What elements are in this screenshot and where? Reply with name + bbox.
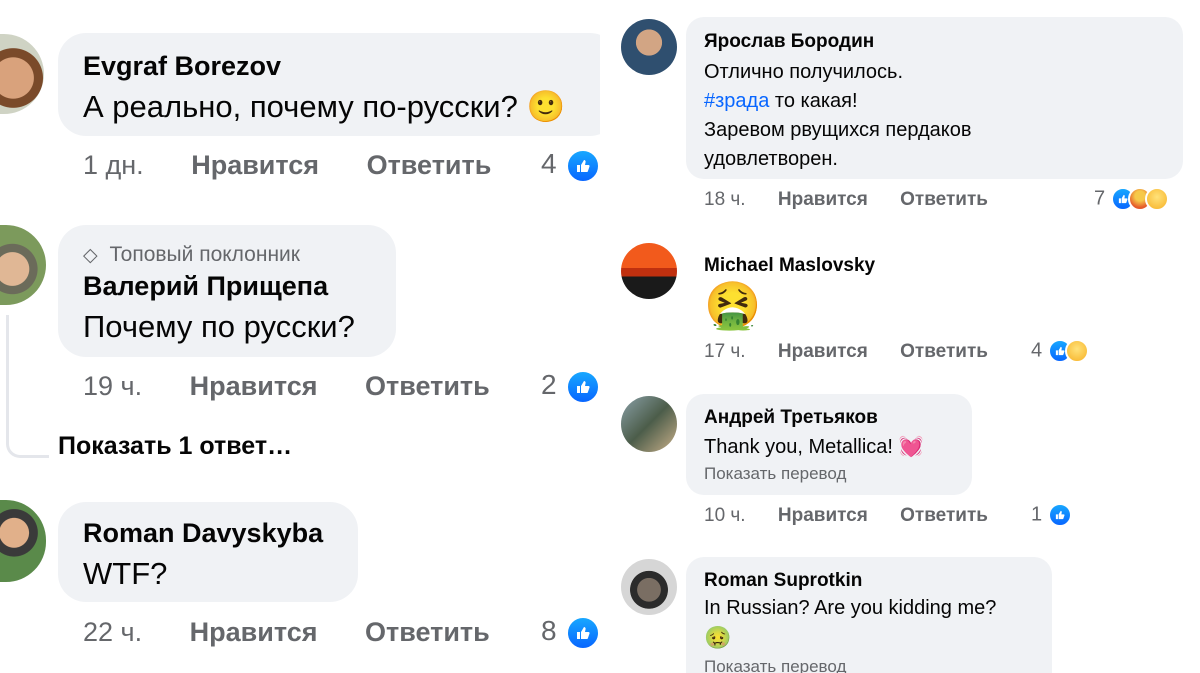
badge-label: Топовый поклонник — [109, 243, 300, 266]
reaction-summary[interactable]: 4 — [541, 148, 600, 183]
reply-button[interactable]: Ответить — [367, 150, 492, 181]
like-icon — [566, 615, 600, 650]
comment-line: #зрада то какая! — [704, 87, 972, 116]
reply-button[interactable]: Ответить — [900, 505, 988, 527]
like-icon — [566, 369, 600, 404]
comment-actions: 1 дн. Нравится Ответить — [83, 150, 491, 181]
reply-button[interactable]: Ответить — [900, 341, 988, 363]
reaction-count: 1 — [1031, 503, 1043, 526]
reaction-count: 7 — [1094, 187, 1106, 210]
comment-author[interactable]: Ярослав Бородин — [704, 31, 874, 53]
comment-actions: 10 ч. Нравится Ответить — [704, 505, 988, 527]
comment-author[interactable]: Michael Maslovsky — [704, 255, 875, 277]
avatar[interactable] — [621, 243, 677, 299]
comment-text: Thank you, Metallica! 💓 — [704, 436, 924, 458]
like-icon — [566, 148, 600, 183]
comment-bubble: ◇ Топовый поклонник Валерий Прищепа Поче… — [58, 225, 396, 357]
like-button[interactable]: Нравится — [190, 371, 318, 402]
reaction-count: 2 — [541, 369, 557, 400]
show-translation-link[interactable]: Показать перевод — [704, 657, 846, 673]
reaction-count: 4 — [1031, 339, 1043, 362]
show-replies-link[interactable]: Показать 1 ответ… — [58, 432, 292, 461]
comment-line: Заревом рвущихся пердаков — [704, 119, 972, 141]
left-comment-column: Evgraf Borezov А реально, почему по-русс… — [0, 0, 600, 673]
avatar[interactable] — [0, 225, 46, 305]
avatar[interactable] — [0, 34, 44, 114]
like-button[interactable]: Нравится — [190, 617, 318, 648]
comment-time[interactable]: 19 ч. — [83, 371, 142, 402]
show-translation-link[interactable]: Показать перевод — [704, 464, 846, 484]
comment-actions: 22 ч. Нравится Ответить — [83, 617, 490, 648]
avatar[interactable] — [621, 396, 677, 452]
comment-time[interactable]: 1 дн. — [83, 150, 144, 181]
hashtag-link[interactable]: #зрада — [704, 90, 769, 112]
reaction-count: 8 — [541, 615, 557, 646]
comment-author[interactable]: Roman Davyskyba — [83, 518, 323, 549]
comment-time[interactable]: 17 ч. — [704, 341, 746, 363]
comment-actions: 17 ч. Нравится Ответить — [704, 341, 988, 363]
reply-thread-line — [6, 315, 49, 458]
comment-text: In Russian? Are you kidding me? — [704, 597, 997, 619]
avatar[interactable] — [0, 500, 46, 582]
comment-time[interactable]: 18 ч. — [704, 189, 746, 211]
comment-text: WTF? — [83, 556, 168, 591]
like-button[interactable]: Нравится — [191, 150, 319, 181]
comment-emoji: 🤢 — [704, 625, 732, 650]
comment-author[interactable]: Roman Suprotkin — [704, 570, 862, 592]
comment-line-rest: то какая! — [769, 90, 858, 112]
comment-time[interactable]: 10 ч. — [704, 505, 746, 527]
reply-button[interactable]: Ответить — [900, 189, 988, 211]
reaction-summary[interactable]: 1 — [1031, 503, 1072, 527]
reply-button[interactable]: Ответить — [365, 371, 490, 402]
right-comment-column: Ярослав Бородин Отлично получилось. #зра… — [600, 0, 1200, 673]
reply-button[interactable]: Ответить — [365, 617, 490, 648]
diamond-icon: ◇ — [83, 245, 98, 266]
comment-emoji: 🤮 — [704, 279, 762, 331]
avatar[interactable] — [621, 559, 677, 615]
haha-icon — [1144, 187, 1169, 211]
comment-text: А реально, почему по-русски? 🙂 — [83, 89, 566, 124]
comment-author[interactable]: Evgraf Borezov — [83, 51, 281, 82]
comment-bubble: Ярослав Бородин Отлично получилось. #зра… — [686, 17, 1183, 179]
comment-bubble: Evgraf Borezov А реально, почему по-русс… — [58, 33, 600, 136]
avatar[interactable] — [621, 19, 677, 75]
comment-time[interactable]: 22 ч. — [83, 617, 142, 648]
comment-text: Отлично получилось. #зрада то какая! Зар… — [704, 58, 972, 174]
like-button[interactable]: Нравится — [778, 341, 868, 363]
comment-actions: 18 ч. Нравится Ответить — [704, 189, 988, 211]
top-fan-badge: ◇ Топовый поклонник — [83, 243, 300, 267]
comment-bubble: Roman Suprotkin In Russian? Are you kidd… — [686, 557, 1052, 673]
like-icon — [1047, 503, 1072, 527]
comment-line: Отлично получилось. — [704, 61, 904, 83]
comment-author[interactable]: Андрей Третьяков — [704, 407, 878, 429]
comment-text: Почему по русски? — [83, 309, 355, 344]
comment-bubble: Андрей Третьяков Thank you, Metallica! 💓… — [686, 394, 972, 495]
like-button[interactable]: Нравится — [778, 189, 868, 211]
comment-author[interactable]: Валерий Прищепа — [83, 271, 328, 302]
reaction-summary[interactable]: 4 — [1031, 339, 1089, 363]
comment-actions: 19 ч. Нравится Ответить — [83, 371, 490, 402]
like-button[interactable]: Нравится — [778, 505, 868, 527]
reaction-summary[interactable]: 2 — [541, 369, 600, 404]
haha-icon — [1064, 339, 1089, 363]
reaction-summary[interactable]: 7 — [1094, 187, 1169, 211]
comment-bubble: Roman Davyskyba WTF? — [58, 502, 358, 602]
reaction-count: 4 — [541, 148, 557, 179]
comment-line: удовлетворен. — [704, 148, 838, 170]
reaction-summary[interactable]: 8 — [541, 615, 600, 650]
